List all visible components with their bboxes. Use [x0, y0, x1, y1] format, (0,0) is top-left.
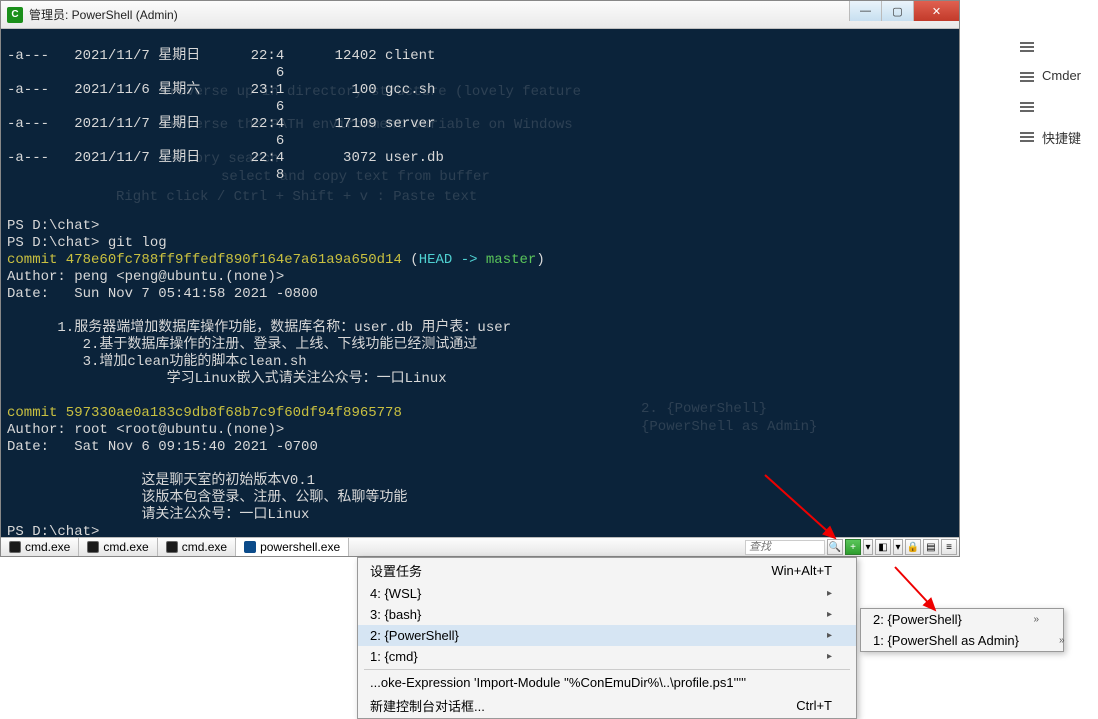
ghost-text: traverse up in directory structure (love… — [161, 84, 581, 101]
menu-item[interactable]: 1: {cmd}▸ — [358, 646, 856, 667]
commit-date-2: Date: Sat Nov 6 09:15:40 2021 -0700 — [7, 439, 318, 455]
chevron-right-icon: ▸ — [827, 630, 832, 641]
side-link-cmder[interactable]: Cmder — [1042, 68, 1081, 83]
submenu-item[interactable]: 2: {PowerShell}» — [861, 609, 1063, 630]
chevron-right-icon: » — [1059, 635, 1065, 646]
menu-item[interactable]: 3: {bash}▸ — [358, 604, 856, 625]
prompt-1: PS D:\chat> — [7, 524, 99, 537]
close-button[interactable]: ✕ — [913, 1, 959, 21]
cmd-icon — [166, 541, 178, 553]
app-icon: C — [7, 7, 23, 23]
ghost-text: Right click / Ctrl + Shift + v : Paste t… — [116, 189, 477, 206]
chevron-right-icon: ▸ — [827, 609, 832, 620]
commit-author-1: Author: peng <peng@ubuntu.(none)> — [7, 269, 284, 285]
file-listing: -a--- 2021/11/7 星期日 22:4 12402 client 6 … — [7, 48, 444, 251]
submenu-item[interactable]: 1: {PowerShell as Admin}» — [861, 630, 1063, 651]
new-tab-button[interactable]: + — [845, 539, 861, 555]
chevron-right-icon: ▸ — [827, 588, 832, 599]
tab-cmd-exe[interactable]: cmd.exe — [158, 538, 236, 556]
commit-author-2: Author: root <root@ubuntu.(none)> — [7, 422, 284, 438]
tab-cmd-exe[interactable]: cmd.exe — [79, 538, 157, 556]
tab-label: cmd.exe — [25, 540, 70, 554]
ghost-text: {PowerShell as Admin} — [641, 419, 817, 436]
chevron-right-icon: » — [1033, 614, 1039, 625]
ghost-text: select and copy text from buffer — [221, 169, 490, 186]
new-tab-dropdown[interactable]: ▾ — [863, 539, 873, 555]
ghost-text: 2. {PowerShell} — [641, 401, 767, 418]
menu-separator — [364, 669, 850, 670]
menu-header: 设置任务Win+Alt+T — [358, 558, 856, 583]
commit-body-2: 这是聊天室的初始版本V0.1 该版本包含登录、注册、公聊、私聊等功能 请关注公众… — [7, 473, 407, 523]
side-link-shortcut[interactable]: 快捷键 — [1042, 128, 1081, 147]
split-dropdown[interactable]: ▾ — [893, 539, 903, 555]
tab-powershell-exe[interactable]: powershell.exe — [236, 538, 349, 556]
minimize-button[interactable]: — — [849, 1, 881, 21]
ghost-text: traverse the PATH environment variable o… — [161, 117, 573, 134]
menu-item-expression[interactable]: ...oke-Expression 'Import-Module ''%ConE… — [358, 672, 856, 693]
tab-label: powershell.exe — [260, 540, 340, 554]
menu-item[interactable]: 4: {WSL}▸ — [358, 583, 856, 604]
layout-icon[interactable]: ▤ — [923, 539, 939, 555]
lock-icon[interactable]: 🔒 — [905, 539, 921, 555]
tab-label: cmd.exe — [103, 540, 148, 554]
commit-hash-2: commit 597330ae0a183c9db8f68b7c9f60df94f… — [7, 405, 402, 421]
tab-bar: cmd.execmd.execmd.exepowershell.exe 🔍 + … — [1, 537, 959, 556]
search-input[interactable] — [745, 540, 825, 555]
cmd-icon — [87, 541, 99, 553]
tab-label: cmd.exe — [182, 540, 227, 554]
commit-date-1: Date: Sun Nov 7 05:41:58 2021 -0800 — [7, 286, 318, 302]
split-button[interactable]: ◧ — [875, 539, 891, 555]
ghost-text: History search — [161, 151, 279, 168]
window-title: 管理员: PowerShell (Admin) — [29, 6, 849, 23]
cmd-icon — [9, 541, 21, 553]
chevron-right-icon: ▸ — [827, 651, 832, 662]
powershell-icon — [244, 541, 256, 553]
commit-hash-1: commit 478e60fc788ff9ffedf890f164e7a61a9… — [7, 252, 402, 268]
terminal-output[interactable]: -a--- 2021/11/7 星期日 22:4 12402 client 6 … — [1, 29, 959, 537]
titlebar[interactable]: C 管理员: PowerShell (Admin) — ▢ ✕ — [1, 1, 959, 29]
main-window: C 管理员: PowerShell (Admin) — ▢ ✕ -a--- 20… — [0, 0, 960, 557]
commit-body-1: 1.服务器端增加数据库操作功能，数据库名称：user.db 用户表：user 2… — [7, 320, 511, 387]
menu-item[interactable]: 2: {PowerShell}▸ — [358, 625, 856, 646]
powershell-submenu: 2: {PowerShell}»1: {PowerShell as Admin}… — [860, 608, 1064, 652]
maximize-button[interactable]: ▢ — [881, 1, 913, 21]
tasks-menu: 设置任务Win+Alt+T 4: {WSL}▸3: {bash}▸2: {Pow… — [357, 557, 857, 719]
search-icon[interactable]: 🔍 — [827, 539, 843, 555]
tab-cmd-exe[interactable]: cmd.exe — [1, 538, 79, 556]
menu-icon[interactable]: ≡ — [941, 539, 957, 555]
